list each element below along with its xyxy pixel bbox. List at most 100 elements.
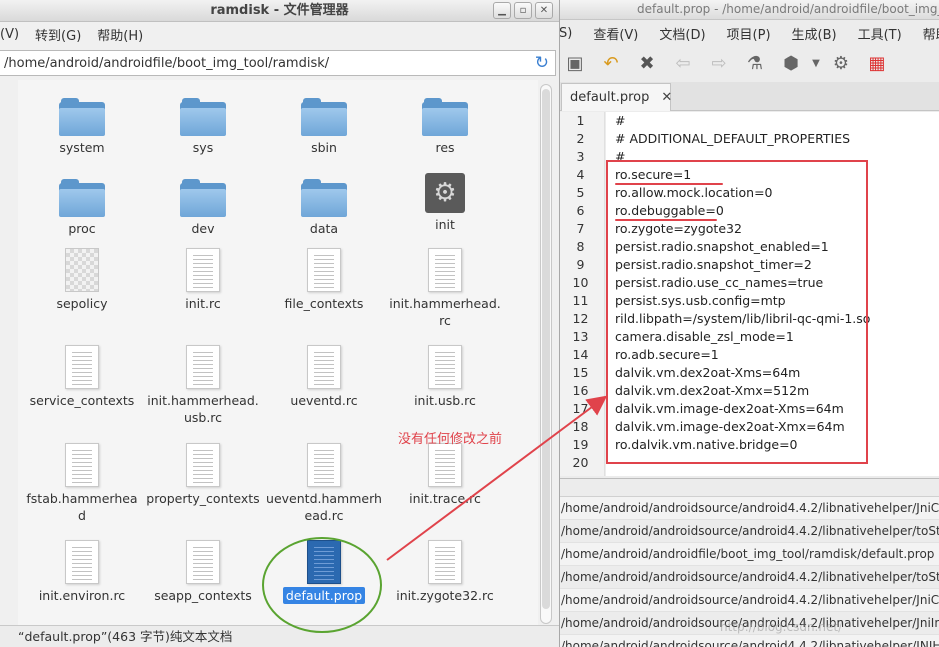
file-label: init.rc: [185, 296, 221, 311]
settings-icon[interactable]: ⚙: [823, 48, 859, 78]
file-item[interactable]: seapp_contexts: [143, 540, 263, 604]
file-item[interactable]: file_contexts: [264, 248, 384, 312]
menu-item-help[interactable]: 帮助(H): [89, 25, 151, 44]
compile-icon[interactable]: ⚗: [737, 48, 773, 78]
menu-item-document[interactable]: 文档(D): [649, 24, 716, 43]
file-label: init: [435, 217, 455, 232]
nav-forward-icon[interactable]: ⇨: [701, 48, 737, 78]
message-row[interactable]: /home/android/androidsource/android4.4.2…: [557, 635, 939, 647]
file-manager-title: ramdisk - 文件管理器: [210, 3, 349, 18]
folder-icon: [59, 98, 105, 136]
text-file-icon: [428, 345, 462, 389]
folder-icon: [301, 179, 347, 217]
text-file-icon: [307, 248, 341, 292]
file-item[interactable]: init.trace.rc: [385, 443, 505, 507]
message-row[interactable]: /home/android/androidfile/boot_img_tool/…: [557, 543, 939, 566]
file-label-wrap: init.usb.rc: [385, 392, 505, 409]
message-pane-header: [557, 479, 939, 497]
file-item[interactable]: init.hammerhead. usb.rc: [143, 345, 263, 426]
reload-icon[interactable]: ↻: [535, 53, 549, 73]
location-bar[interactable]: /home/android/androidfile/boot_img_tool/…: [0, 50, 556, 76]
file-label: sys: [192, 140, 214, 155]
scrollbar-thumb[interactable]: [542, 89, 550, 609]
file-view-scrollbar[interactable]: [540, 84, 552, 624]
minimize-icon[interactable]: ▁: [493, 2, 511, 19]
build-icon[interactable]: ⬢: [773, 48, 809, 78]
editor-title: default.prop - /home/android/androidfile…: [557, 0, 939, 20]
nav-back-icon[interactable]: ⇦: [665, 48, 701, 78]
file-item[interactable]: sepolicy: [22, 248, 142, 312]
file-item[interactable]: service_contexts: [22, 345, 142, 409]
file-item[interactable]: init.environ.rc: [22, 540, 142, 604]
close-tab-icon[interactable]: ✕: [661, 90, 672, 105]
file-label: default.prop: [282, 587, 366, 604]
folder-icon: [180, 98, 226, 136]
text-file-icon: [186, 540, 220, 584]
file-item[interactable]: ueventd.hammerh ead.rc: [264, 443, 384, 524]
file-item[interactable]: fstab.hammerhea d: [22, 443, 142, 524]
menu-item-s[interactable]: S): [557, 26, 583, 41]
file-item[interactable]: dev: [143, 179, 263, 237]
color-chooser-icon[interactable]: ▦: [859, 48, 895, 78]
file-item[interactable]: init.zygote32.rc: [385, 540, 505, 604]
text-file-icon: [428, 248, 462, 292]
tab-default-prop[interactable]: default.prop ✕: [561, 83, 672, 111]
file-label: service_contexts: [29, 393, 135, 408]
file-label-wrap: sys: [143, 139, 263, 156]
line-number: 20: [572, 455, 589, 470]
file-label-wrap: init.rc: [143, 295, 263, 312]
file-item[interactable]: sys: [143, 98, 263, 156]
file-item[interactable]: data: [264, 179, 384, 237]
file-item[interactable]: init.rc: [143, 248, 263, 312]
line-number: 16: [572, 383, 589, 398]
line-number: 9: [576, 257, 585, 272]
menu-item-tools[interactable]: 工具(T): [848, 24, 913, 43]
file-label-wrap: init.environ.rc: [22, 587, 142, 604]
file-label-wrap: system: [22, 139, 142, 156]
file-label: init.zygote32.rc: [396, 588, 494, 603]
menu-item-help[interactable]: 帮助(H): [913, 24, 939, 43]
menu-item-view[interactable]: 查看(V): [583, 24, 649, 43]
file-label: init.environ.rc: [38, 588, 126, 603]
file-item[interactable]: init.hammerhead. rc: [385, 248, 505, 329]
file-item[interactable]: init.usb.rc: [385, 345, 505, 409]
editor-tabstrip: default.prop ✕: [557, 82, 939, 111]
text-file-icon: [428, 540, 462, 584]
file-item[interactable]: property_contexts: [143, 443, 263, 507]
file-item[interactable]: ueventd.rc: [264, 345, 384, 409]
message-row[interactable]: /home/android/androidsource/android4.4.2…: [557, 497, 939, 520]
line-number: 12: [572, 311, 589, 326]
save-all-icon[interactable]: ▣: [557, 48, 593, 78]
file-item[interactable]: system: [22, 98, 142, 156]
menu-item-view[interactable]: (V): [0, 27, 27, 42]
file-item[interactable]: default.prop: [264, 540, 384, 604]
file-item[interactable]: sbin: [264, 98, 384, 156]
file-item[interactable]: res: [385, 98, 505, 156]
menu-item-project[interactable]: 项目(P): [717, 24, 782, 43]
file-item[interactable]: ⚙ init: [385, 173, 505, 233]
message-row[interactable]: /home/android/androidsource/android4.4.2…: [557, 520, 939, 543]
line-number: 11: [572, 293, 589, 308]
menu-item-go[interactable]: 转到(G): [27, 25, 89, 44]
line-number: 6: [576, 203, 585, 218]
menu-item-build[interactable]: 生成(B): [782, 24, 848, 43]
dropdown-icon[interactable]: ▼: [809, 48, 823, 78]
editor-menubar: S) 查看(V) 文档(D) 项目(P) 生成(B) 工具(T) 帮助(H): [557, 20, 939, 46]
file-label-wrap: ueventd.hammerh ead.rc: [264, 490, 384, 524]
file-label-wrap: dev: [143, 220, 263, 237]
folder-icon: [59, 179, 105, 217]
file-label: sepolicy: [56, 296, 108, 311]
file-label: system: [59, 140, 105, 155]
message-row[interactable]: /home/android/androidsource/android4.4.2…: [557, 589, 939, 612]
text-file-icon: [65, 443, 99, 487]
message-row[interactable]: /home/android/androidsource/android4.4.2…: [557, 566, 939, 589]
file-label-wrap: seapp_contexts: [143, 587, 263, 604]
close-file-icon[interactable]: ✖: [629, 48, 665, 78]
revert-icon[interactable]: ↶: [593, 48, 629, 78]
file-label-wrap: init: [385, 216, 505, 233]
maximize-icon[interactable]: ▫: [514, 2, 532, 19]
file-label: dev: [191, 221, 215, 236]
file-item[interactable]: proc: [22, 179, 142, 237]
file-label: res: [435, 140, 455, 155]
close-window-icon[interactable]: ✕: [535, 2, 553, 19]
